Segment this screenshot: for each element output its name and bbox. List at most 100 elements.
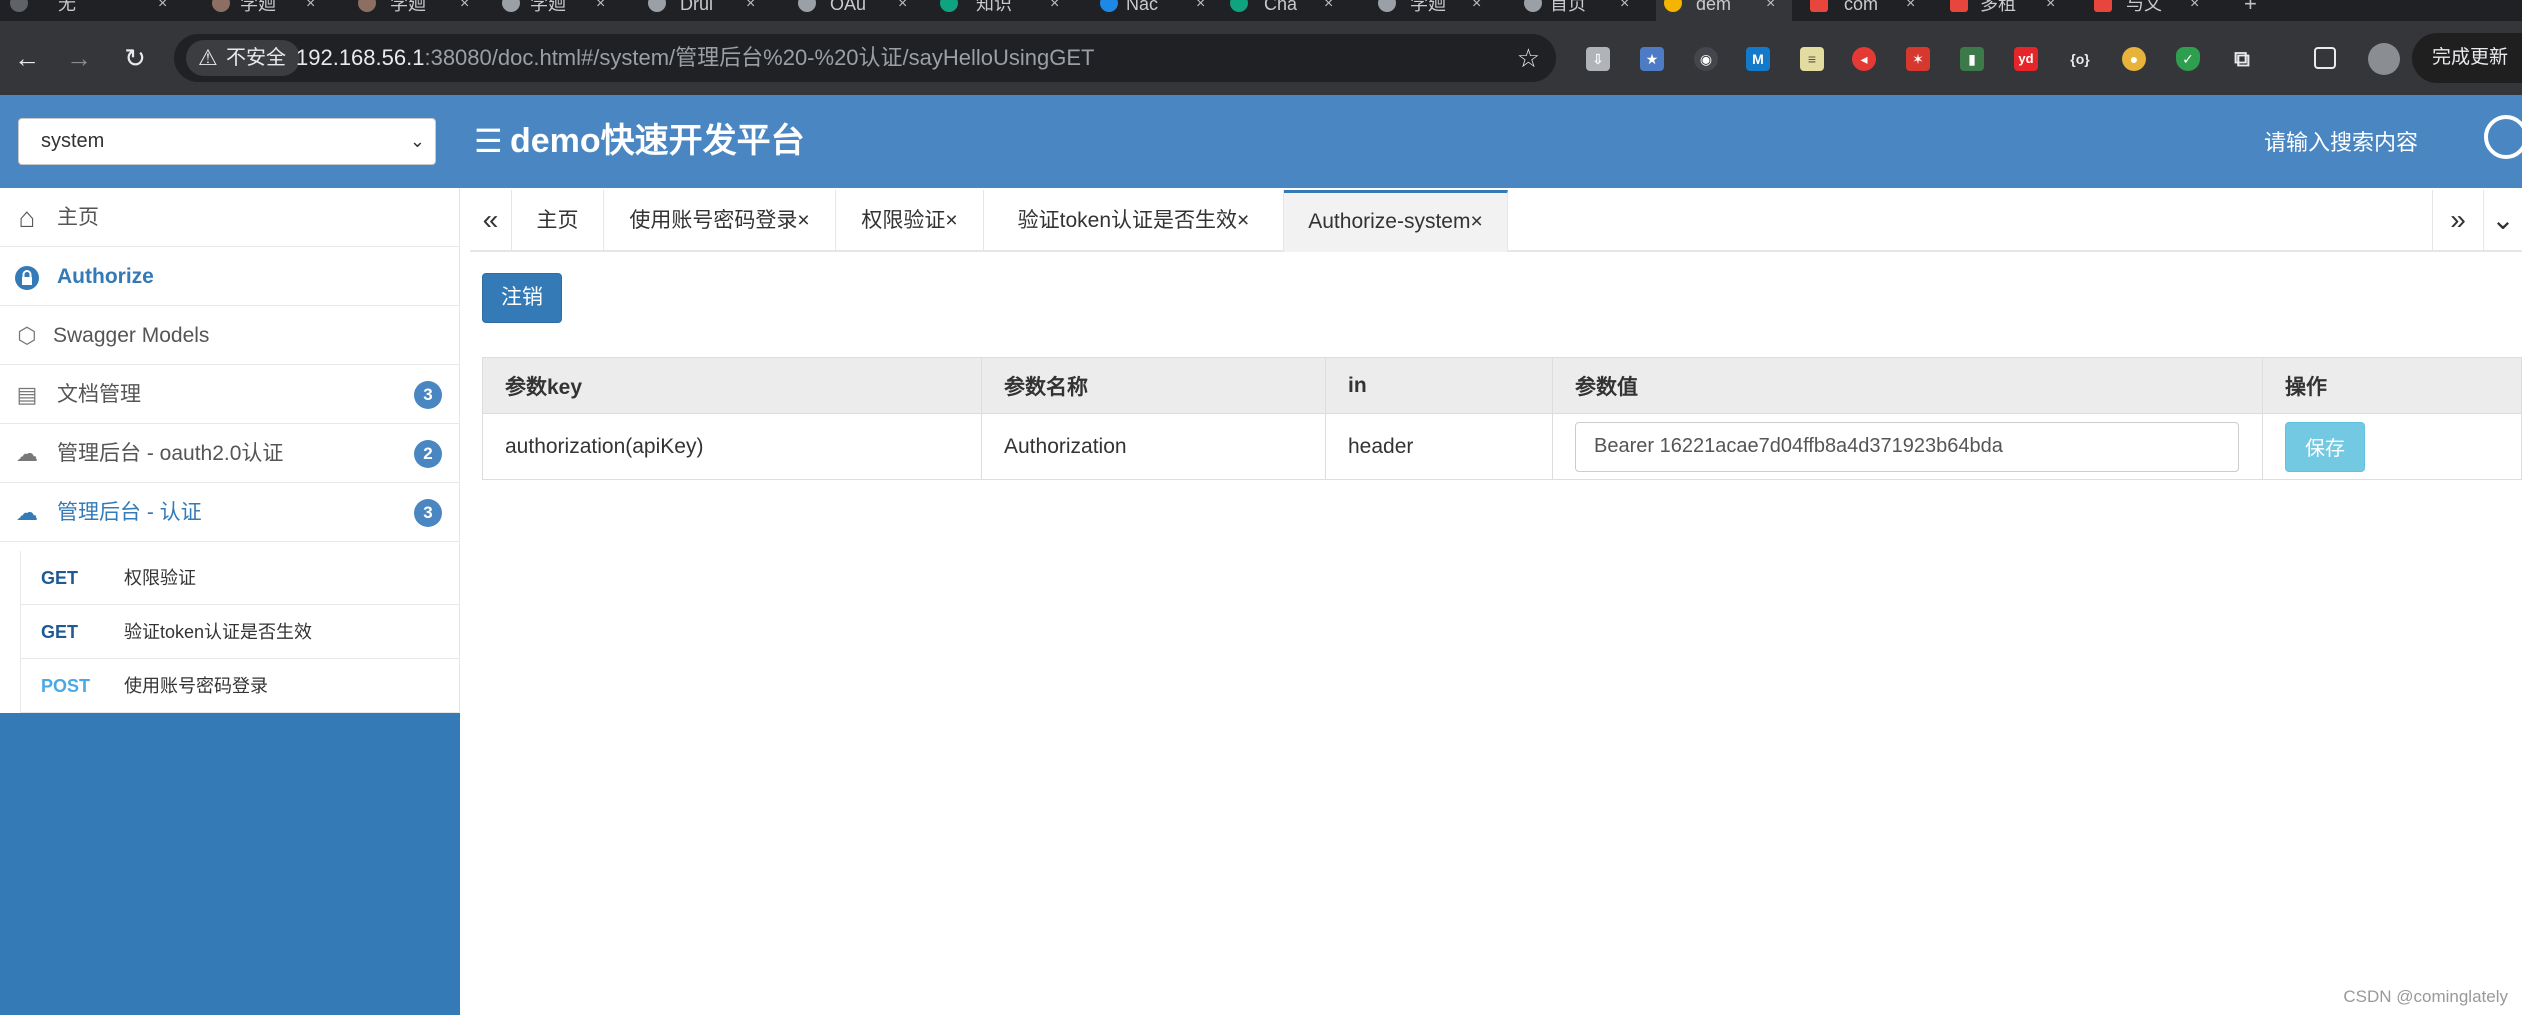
param-value-cell — [1552, 413, 2263, 480]
api-item[interactable]: POST 使用账号密码登录 — [20, 659, 460, 713]
param-in: header — [1325, 413, 1553, 480]
sidebar-item-label: Authorize — [57, 265, 154, 288]
address-bar[interactable]: ⚠ 不安全 192.168.56.1:38080/doc.html#/syste… — [174, 34, 1556, 82]
tab-close-icon[interactable]: × — [158, 0, 167, 12]
download-ext-icon[interactable]: ⇩ — [1586, 47, 1610, 71]
browser-tab[interactable]: 学廻 × — [350, 0, 490, 21]
sidebar-item-auth[interactable]: ☁ 管理后台 - 认证 3 — [0, 483, 460, 542]
menu-toggle-icon[interactable]: ☰ — [474, 125, 503, 157]
browser-tab[interactable]: com × — [1800, 0, 1950, 21]
m-ext-icon[interactable]: M — [1746, 47, 1770, 71]
bookmark-star-icon[interactable]: ☆ — [1517, 42, 1540, 74]
cloud-icon: ☁ — [16, 441, 38, 466]
sidebar-item-label: 管理后台 - 认证 — [57, 501, 202, 524]
cloud-icon: ☁ — [16, 500, 38, 525]
tab-close-icon[interactable]: × — [898, 0, 907, 12]
save-button[interactable]: 保存 — [2285, 421, 2365, 472]
tab-close-icon[interactable]: × — [746, 0, 755, 12]
dark-ext-icon[interactable]: ◉ — [1694, 47, 1718, 71]
browser-tab[interactable]: 知识 × — [930, 0, 1080, 21]
table-header-row: 参数key 参数名称 in 参数值 操作 — [482, 357, 2522, 414]
api-item[interactable]: GET 权限验证 — [20, 551, 460, 605]
record-ext-icon[interactable]: ◂ — [1852, 47, 1876, 71]
tabs-next-button[interactable]: » — [2432, 190, 2484, 252]
shield-ext-icon[interactable]: ✓ — [2176, 47, 2200, 71]
logout-button[interactable]: 注销 — [482, 273, 562, 323]
browser-tab[interactable]: Drui × — [630, 0, 780, 21]
update-button[interactable]: 完成更新 — [2411, 33, 2522, 83]
tab-close-icon[interactable]: × — [1196, 0, 1205, 12]
santa-ext-icon[interactable]: ✶ — [1906, 47, 1930, 71]
url-text[interactable]: 192.168.56.1:38080/doc.html#/system/管理后台… — [296, 34, 1095, 82]
sidebar-item-home[interactable]: ⌂ 主页 — [0, 188, 460, 247]
api-item[interactable]: GET 验证token认证是否生效 — [20, 605, 460, 659]
reload-button[interactable]: ↻ — [118, 41, 152, 75]
braces-ext-icon[interactable]: {o} — [2068, 47, 2092, 71]
api-title: 验证token认证是否生效 — [124, 622, 313, 642]
tab-close-icon[interactable]: × — [1620, 0, 1629, 12]
tab-close-icon[interactable]: × — [1472, 0, 1481, 12]
tab-close-icon[interactable]: × — [2046, 0, 2055, 12]
tab-close-icon[interactable]: × — [306, 0, 315, 12]
tab-close-icon[interactable]: × — [1906, 0, 1915, 12]
app-header: system ⌄ ☰ demo快速开发平台 请输入搜索内容 — [0, 95, 2522, 188]
browser-tab[interactable]: 多租 × — [1950, 0, 2090, 21]
security-label: 不安全 — [226, 47, 286, 69]
sidebar-item-swagger-models[interactable]: ⬡ Swagger Models — [0, 306, 460, 365]
forward-button[interactable]: → — [62, 41, 96, 75]
browser-tab-title: 学廻 — [390, 0, 426, 14]
sidepanel-icon[interactable] — [2314, 47, 2336, 69]
browser-toolbar: ← → ↻ ⚠ 不安全 192.168.56.1:38080/doc.html#… — [0, 21, 2522, 95]
tabs-prev-button[interactable]: « — [470, 190, 512, 252]
tab-close-icon[interactable]: × — [460, 0, 469, 12]
browser-tab[interactable]: 首页 × — [1520, 0, 1650, 21]
count-badge: 2 — [414, 440, 442, 468]
tab-close-icon[interactable]: × — [596, 0, 605, 12]
browser-tab[interactable]: 学廻 × — [1370, 0, 1520, 21]
tab-home[interactable]: 主页 — [512, 190, 604, 252]
bookmark-ext-icon[interactable]: ★ — [1640, 47, 1664, 71]
tab-permission[interactable]: 权限验证× — [836, 190, 984, 252]
tab-favicon-icon — [1664, 0, 1682, 12]
search-icon[interactable] — [2484, 115, 2522, 159]
puzzle-ext-icon[interactable]: ⧉ — [2230, 47, 2254, 71]
browser-tab[interactable]: Cha × — [1230, 0, 1370, 21]
tab-close-icon[interactable]: × — [1050, 0, 1059, 12]
security-indicator[interactable]: ⚠ 不安全 — [186, 40, 300, 76]
chrome-ext-icon[interactable]: ● — [2122, 47, 2146, 71]
browser-tab[interactable]: 与文 × — [2090, 0, 2230, 21]
tab-verify-token[interactable]: 验证token认证是否生效× — [984, 190, 1284, 252]
search-input[interactable]: 请输入搜索内容 — [2264, 129, 2418, 157]
tab-authorize-system[interactable]: Authorize-system× — [1284, 190, 1508, 252]
tab-favicon-icon — [1950, 0, 1968, 12]
yd-ext-icon[interactable]: yd — [2014, 47, 2038, 71]
system-select[interactable]: system ⌄ — [18, 118, 436, 165]
tab-close-icon[interactable]: × — [2190, 0, 2199, 12]
browser-tab[interactable]: OAu × — [780, 0, 930, 21]
browser-tab-active[interactable]: dem × — [1656, 0, 1792, 21]
note-ext-icon[interactable]: ≡ — [1800, 47, 1824, 71]
tab-favicon-icon — [10, 0, 28, 12]
tabs-more-button[interactable]: ⌄ — [2484, 190, 2522, 252]
browser-tab-title: 与文 — [2126, 0, 2162, 14]
profile-avatar[interactable] — [2368, 43, 2400, 75]
param-action-cell: 保存 — [2262, 413, 2522, 480]
browser-tab[interactable]: 无 × — [0, 0, 200, 21]
browser-tab[interactable]: Nac × — [1080, 0, 1230, 21]
tab-favicon-icon — [502, 0, 520, 12]
sidebar-item-doc-management[interactable]: ▤ 文档管理 3 — [0, 365, 460, 424]
tab-close-icon[interactable]: × — [1766, 0, 1775, 12]
tab-close-icon[interactable]: × — [1324, 0, 1333, 12]
param-value-input[interactable] — [1575, 421, 2239, 472]
tab-login[interactable]: 使用账号密码登录× — [604, 190, 836, 252]
sidebar-item-label: Swagger Models — [53, 324, 210, 347]
sidebar-item-oauth[interactable]: ☁ 管理后台 - oauth2.0认证 2 — [0, 424, 460, 483]
browser-tab[interactable]: 学廻 × — [200, 0, 350, 21]
sidebar-item-authorize[interactable]: Authorize — [0, 247, 460, 306]
browser-tab-title: 首页 — [1550, 0, 1586, 14]
back-button[interactable]: ← — [10, 41, 44, 75]
bottle-ext-icon[interactable]: ▮ — [1960, 47, 1984, 71]
new-tab-button[interactable]: + — [2238, 0, 2278, 21]
http-method: POST — [41, 676, 91, 696]
browser-tab[interactable]: 学廻 × — [490, 0, 630, 21]
